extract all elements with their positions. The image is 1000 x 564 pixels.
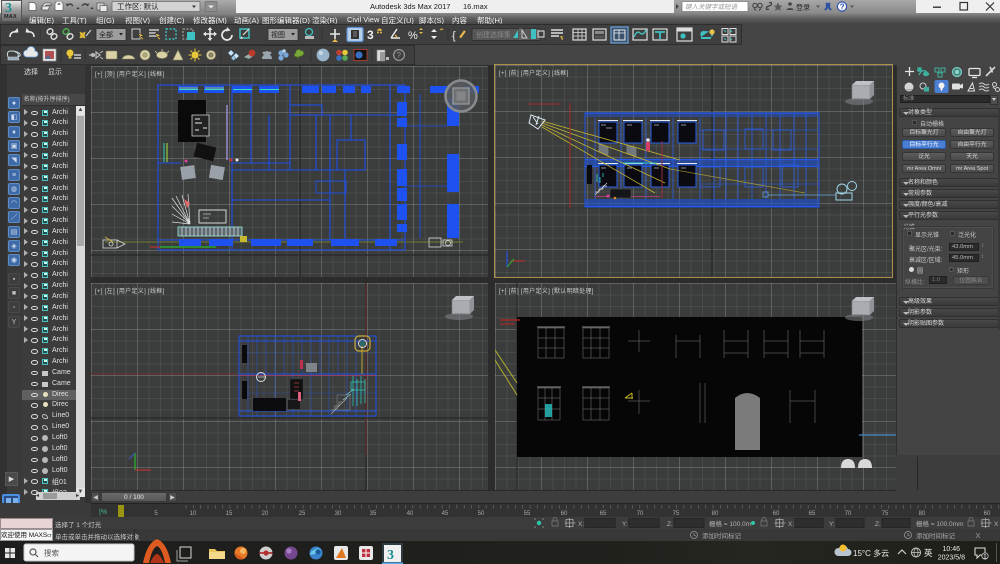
svg-text:工作区: 默认: 工作区: 默认: [117, 1, 159, 11]
svg-text:X:: X:: [578, 521, 584, 528]
svg-text:3: 3: [367, 28, 374, 42]
svg-text:Y:: Y:: [622, 521, 628, 528]
svg-text:添加时间标记: 添加时间标记: [916, 531, 956, 540]
svg-text:栅格 = 100.0m: 栅格 = 100.0m: [709, 519, 751, 528]
svg-text:栅格 = 100.0mm: 栅格 = 100.0mm: [916, 519, 964, 528]
svg-text:%: %: [408, 30, 418, 42]
svg-text:2023/5/8: 2023/5/8: [938, 555, 965, 562]
svg-text:?: ?: [397, 51, 402, 60]
svg-text:英: 英: [924, 548, 933, 558]
svg-text:Y:: Y:: [829, 521, 835, 528]
svg-text:X: X: [994, 521, 999, 528]
svg-text:|%: |%: [99, 509, 107, 516]
svg-text:搜索: 搜索: [44, 548, 59, 558]
svg-text:3: 3: [387, 548, 394, 563]
svg-text:Z:: Z:: [667, 521, 673, 528]
svg-text:登录: 登录: [796, 3, 810, 12]
svg-text:15°C 多云: 15°C 多云: [853, 548, 889, 558]
svg-text:Z:: Z:: [875, 521, 881, 528]
svg-text:{: {: [452, 30, 456, 42]
svg-text:10:46: 10:46: [942, 546, 960, 553]
svg-text:?: ?: [840, 3, 845, 12]
svg-text:创建选择集: 创建选择集: [476, 30, 511, 39]
svg-text:添加时间标记: 添加时间标记: [702, 531, 742, 540]
svg-text:键入关键字或短语: 键入关键字或短语: [685, 3, 739, 11]
svg-text:全部: 全部: [99, 30, 113, 39]
svg-text:X:: X:: [788, 521, 794, 528]
svg-text:视图: 视图: [271, 30, 285, 39]
